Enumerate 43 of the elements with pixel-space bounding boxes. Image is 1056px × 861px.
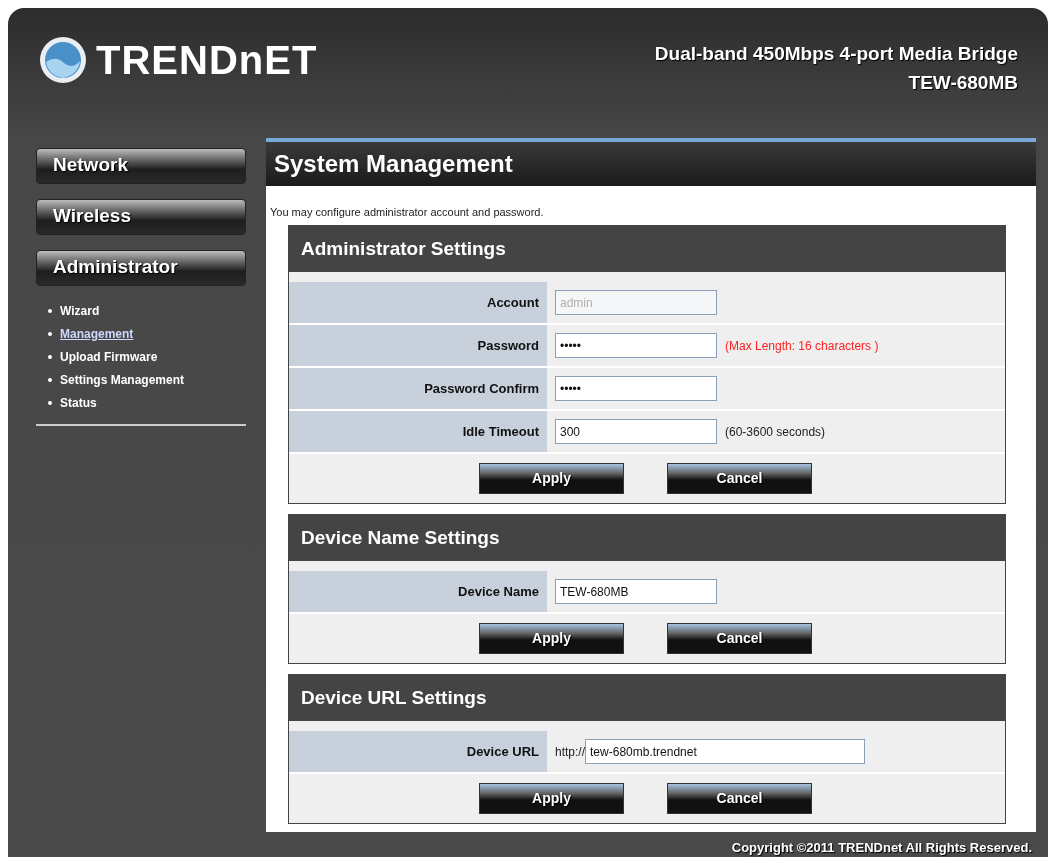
copyright: Copyright ©2011 TRENDnet All Rights Reserved. (731, 838, 1032, 857)
page-title: System Management (274, 148, 513, 179)
logo-text: TRENDnET (96, 37, 318, 84)
field-label: Device Name (458, 582, 539, 601)
input-field[interactable]: tew-680mb.trendnet (585, 739, 866, 764)
field-label: Account (487, 293, 539, 312)
action-button[interactable]: Cancel (667, 463, 812, 494)
action-button[interactable]: Apply (479, 623, 624, 654)
menu-button[interactable]: Wireless (36, 198, 246, 235)
bullet-icon (48, 377, 52, 382)
field-label: Device URL (466, 742, 539, 761)
input-field[interactable]: ••••• (555, 376, 717, 401)
action-button[interactable]: Cancel (667, 623, 812, 654)
menu-button[interactable]: Network (36, 147, 246, 184)
submenu-link[interactable]: Upload Firmware (60, 347, 158, 366)
product-name: Dual-band 450Mbps 4-port Media Bridge (654, 42, 1018, 66)
field-label: Idle Timeout (462, 422, 539, 441)
bullet-icon (48, 354, 52, 359)
input-field[interactable]: 300 (555, 419, 717, 444)
section-title: Device Name Settings (301, 525, 500, 550)
input-field[interactable]: ••••• (555, 333, 717, 358)
input-field[interactable]: TEW-680MB (555, 579, 717, 604)
submenu-link[interactable]: Status (60, 393, 97, 412)
field-note: (60-3600 seconds) (725, 423, 826, 441)
bullet-icon (48, 400, 52, 405)
bullet-icon (48, 331, 52, 336)
description: You may configure administrator account and password. (270, 204, 545, 220)
bullet-icon (48, 308, 52, 313)
field-note: (Max Length: 16 characters ) (725, 337, 879, 355)
section-title: Administrator Settings (301, 236, 506, 261)
field-label: Password (477, 336, 539, 355)
menu-button[interactable]: Administrator (36, 249, 246, 286)
action-button[interactable]: Apply (479, 463, 624, 494)
logo-icon (38, 35, 88, 85)
model-name: TEW-680MB (908, 70, 1018, 95)
submenu-link[interactable]: Wizard (60, 301, 100, 320)
submenu-link[interactable]: Settings Management (60, 370, 185, 389)
section-title: Device URL Settings (301, 685, 487, 710)
submenu-link[interactable]: Management (60, 324, 134, 343)
action-button[interactable]: Cancel (667, 783, 812, 814)
url-prefix: http:// (555, 743, 586, 761)
action-button[interactable]: Apply (479, 783, 624, 814)
field-label: Password Confirm (424, 379, 539, 398)
